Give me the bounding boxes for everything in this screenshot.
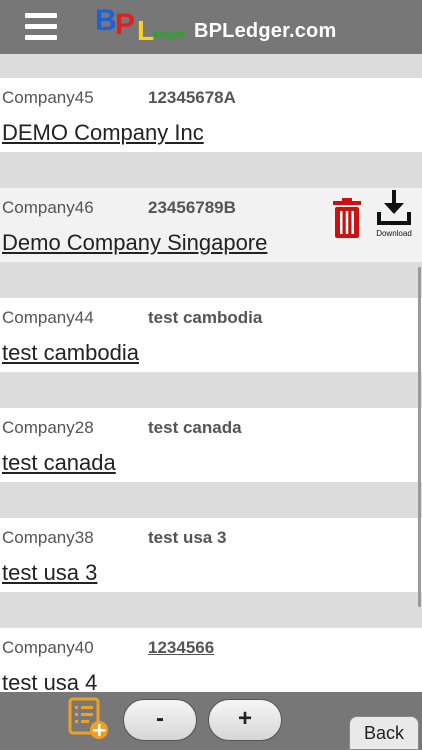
trash-icon[interactable] [333,198,361,238]
list-separator [0,372,422,408]
svg-text:edger: edger [153,27,185,41]
company-tax-id: test cambodia [148,308,263,327]
svg-text:B: B [95,4,117,37]
back-button[interactable]: Back [349,716,419,750]
company-name-link[interactable]: Demo Company Singapore [2,230,267,256]
company-name-link[interactable]: DEMO Company Inc [2,120,204,146]
list-item-selected[interactable]: Company46 23456789B Demo Company Singapo… [0,188,422,262]
company-tax-id: test usa 3 [148,528,227,547]
list-item[interactable]: Company45 12345678A DEMO Company Inc [0,78,422,152]
hamburger-menu-icon[interactable] [25,13,57,40]
company-tax-id: test canada [148,418,242,437]
company-name-link[interactable]: test usa 4 [2,670,97,692]
list-separator [0,482,422,518]
company-tax-id: 23456789B [148,198,236,217]
company-code: Company38 [2,528,94,547]
company-list: Company45 12345678A DEMO Company Inc Com… [0,54,422,692]
list-separator [0,152,422,188]
svg-text:L: L [137,15,154,44]
download-label: Download [376,229,412,238]
scrollbar[interactable] [418,267,421,607]
list-separator [0,592,422,628]
list-item[interactable]: Company40 1234566 test usa 4 [0,628,422,692]
company-code: Company46 [2,198,94,217]
list-separator [0,54,422,78]
company-code: Company28 [2,418,94,437]
site-title: BPLedger.com [194,20,337,42]
company-name-link[interactable]: test usa 3 [2,560,97,586]
company-tax-id: 1234566 [148,638,215,657]
plus-button[interactable]: + [208,699,282,741]
minus-button[interactable]: - [123,699,197,741]
top-bar: B P L edger BPLedger.com [0,0,422,54]
bottom-toolbar: - + Back [0,692,422,750]
svg-text:P: P [115,8,135,41]
list-item[interactable]: Company38 test usa 3 test usa 3 [0,518,422,592]
company-tax-id: 12345678A [148,88,236,107]
company-code: Company44 [2,308,94,327]
company-code: Company40 [2,638,94,657]
list-separator [0,262,422,298]
add-list-icon[interactable] [68,697,110,741]
bpledger-logo[interactable]: B P L edger [93,0,185,44]
list-item[interactable]: Company28 test canada test canada [0,408,422,482]
company-name-link[interactable]: test canada [2,450,116,476]
download-icon [377,190,411,225]
download-button[interactable]: Download [372,190,416,238]
company-code: Company45 [2,88,94,107]
list-item[interactable]: Company44 test cambodia test cambodia [0,298,422,372]
company-name-link[interactable]: test cambodia [2,340,139,366]
